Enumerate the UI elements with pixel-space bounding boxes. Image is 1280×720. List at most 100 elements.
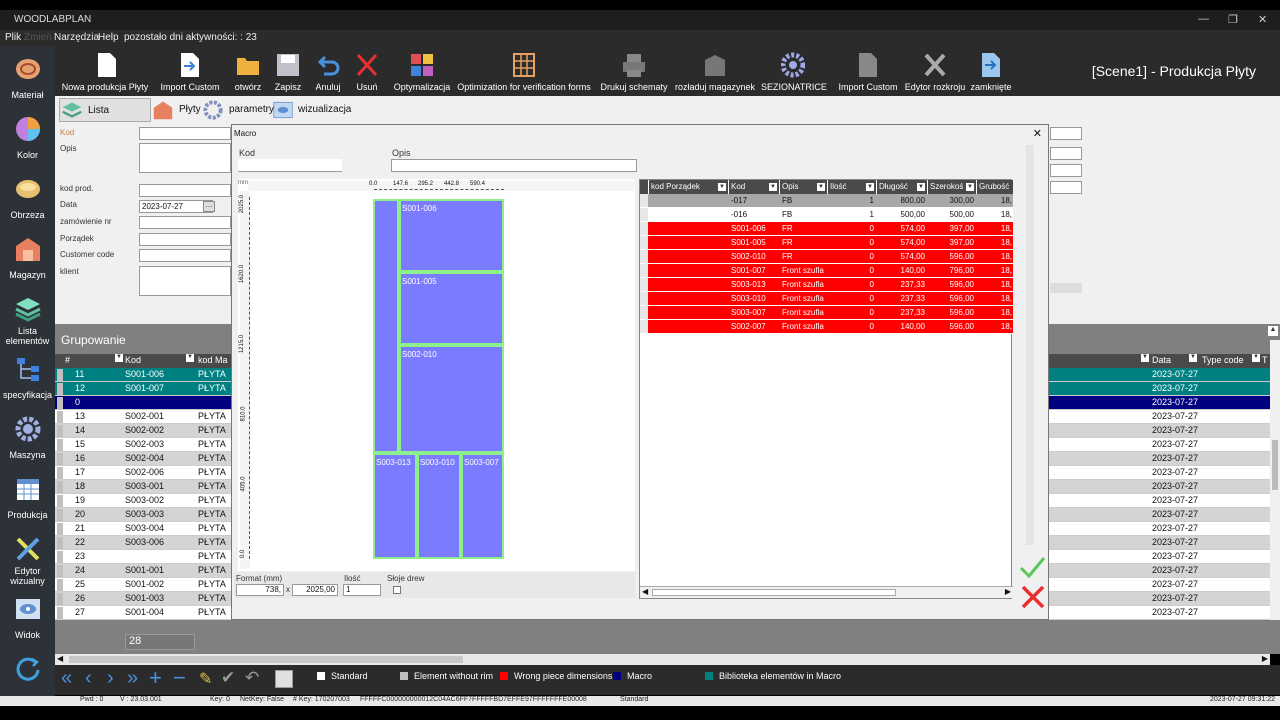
row-selector[interactable] [640,250,648,263]
menu-narzedzia[interactable]: Narzędzia [54,32,99,43]
sidebar-item-edytor[interactable]: Edytor wizualny [0,530,55,590]
tab-lista-elementow[interactable]: Lista elementów [59,98,151,140]
filter-icon[interactable]: ▼ [917,183,925,191]
col-number[interactable]: # [65,355,70,365]
notes-icon[interactable] [275,670,293,688]
row-selector[interactable] [640,306,648,319]
edit-record-icon[interactable]: ✎ [199,669,212,689]
row-selector[interactable] [640,208,648,221]
row-selector[interactable] [57,397,63,409]
row-selector[interactable] [640,292,648,305]
table-row[interactable]: -016 FB 1 500,00 500,00 18, [640,208,1013,222]
table-row[interactable]: S002-007 Front szufla 0 140,00 596,00 18, [640,320,1013,334]
sidebar-item-kolor[interactable]: Kolor [0,110,55,170]
remove-record-icon[interactable]: − [173,665,186,691]
right-input[interactable] [1050,181,1082,194]
col-data[interactable]: Data [1152,355,1171,365]
filter-icon[interactable]: ▼ [1252,354,1260,362]
row-selector[interactable] [57,467,63,479]
piece[interactable]: S003-010 [417,453,461,559]
row-selector[interactable] [57,481,63,493]
sidebar-item-magazyn[interactable]: Magazyn [0,230,55,290]
col-opis[interactable]: Opis ▼ [780,180,827,194]
close-icon[interactable]: ✕ [1033,127,1042,140]
row-selector[interactable] [57,453,63,465]
row-selector[interactable] [640,264,648,277]
sidebar-item-material[interactable]: Materiał [0,50,55,110]
col-type-code[interactable]: Type code [1202,355,1244,365]
undo-record-icon[interactable]: ↶ [245,668,259,688]
sidebar-item-obrzeza[interactable]: Obrzeza [0,170,55,230]
row-selector[interactable] [57,523,63,535]
cancel-button[interactable]: Anuluj [311,46,345,96]
col-kod[interactable]: Kod [125,355,141,365]
row-selector[interactable] [57,439,63,451]
row-selector[interactable] [57,551,63,563]
filter-icon[interactable]: ▼ [769,183,777,191]
date-input[interactable]: 2023-07-27 [139,200,213,213]
col-kod[interactable]: Kod ▼ [729,180,779,194]
row-selector[interactable] [57,509,63,521]
filter-icon[interactable]: ▼ [817,183,825,191]
filter-icon[interactable]: ▼ [966,183,974,191]
save-button[interactable]: Zapisz [273,46,303,96]
table-row[interactable]: S003-010 Front szufla 0 237,33 596,00 18, [640,292,1013,306]
sidebar-item-maszyna[interactable]: Maszyna [0,410,55,470]
filter-icon[interactable]: ▼ [1141,354,1149,362]
table-row[interactable]: S001-007 Front szufla 0 140,00 796,00 18, [640,264,1013,278]
filter-icon[interactable]: ▼ [866,183,874,191]
menu-zmien[interactable]: Zmień [24,32,52,43]
filter-icon[interactable]: ▼ [115,354,123,362]
table-row[interactable]: S001-006 FR 0 574,00 397,00 18, [640,222,1013,236]
sidebar-item-widok[interactable]: Widok [0,590,55,650]
date-picker-button[interactable]: … [203,201,215,212]
piece[interactable]: S001-005 [399,272,504,345]
unload-magazine-button[interactable]: rozładuj magazynek [675,46,755,96]
scroll-right-icon[interactable]: ▶ [1262,654,1268,663]
vertical-scrollbar[interactable] [1270,340,1280,640]
table-row[interactable]: -017 FB 1 800,00 300,00 18, [640,194,1013,208]
macro-opis-input[interactable] [391,159,637,172]
ok-checkmark-icon[interactable] [1018,555,1046,579]
sloje-checkbox[interactable] [393,586,401,594]
filter-icon[interactable]: ▼ [186,354,194,362]
row-selector[interactable] [57,537,63,549]
opis-input[interactable] [139,143,231,173]
last-record-icon[interactable]: » [127,667,138,690]
sidebar-item-lista[interactable]: Lista elementów [0,290,55,350]
tab-plyty[interactable]: Płyty [153,98,201,122]
piece[interactable]: S001-006 [399,199,504,272]
next-record-icon[interactable]: › [107,667,114,690]
import-custom-button[interactable]: Import Custom [159,46,221,96]
sezionatrice-button[interactable]: SEZIONATRICE [761,46,827,96]
col-kod-porzadek[interactable]: kod Porządek ▼ [649,180,728,194]
sidebar-item-specyfikacja[interactable]: specyfikacja [0,350,55,410]
optimization-button[interactable]: Optymalizacja [393,46,451,96]
row-selector[interactable] [640,194,648,207]
format-height-input[interactable]: 2025,00 [292,584,338,596]
scrollbar-thumb[interactable] [1272,440,1278,490]
col-t[interactable]: T [1262,355,1268,365]
filter-icon[interactable]: ▼ [1189,354,1197,362]
row-selector[interactable] [640,222,648,235]
confirm-record-icon[interactable]: ✔ [221,668,235,688]
cancel-x-icon[interactable] [1020,585,1046,609]
tab-wizualizacja[interactable]: wizualizacja [273,98,353,122]
kodprod-input[interactable] [139,184,231,197]
previous-record-icon[interactable]: ‹ [85,667,92,690]
table-hscrollbar[interactable]: ◀ ▶ [640,586,1013,598]
row-selector[interactable] [57,369,63,381]
sidebar-item-produkcja[interactable]: Produkcja [0,470,55,530]
row-selector[interactable] [640,278,648,291]
cut-editor-button[interactable]: Edytor rozkroju [903,46,967,96]
minimize-icon[interactable]: — [1198,13,1209,25]
menu-help[interactable]: Help [98,32,119,43]
right-dropdown-3[interactable] [1050,164,1082,177]
new-production-button[interactable]: Nowa produkcja Płyty [59,46,151,96]
col-szerokosc[interactable]: Szerokoś ▼ [928,180,976,194]
scroll-left-icon[interactable]: ◀ [642,587,648,596]
zamowienie-input[interactable] [139,216,231,229]
customer-code-input[interactable] [139,249,231,262]
piece[interactable]: S003-013 [373,453,417,559]
dialog-vscrollbar[interactable] [1026,145,1034,545]
